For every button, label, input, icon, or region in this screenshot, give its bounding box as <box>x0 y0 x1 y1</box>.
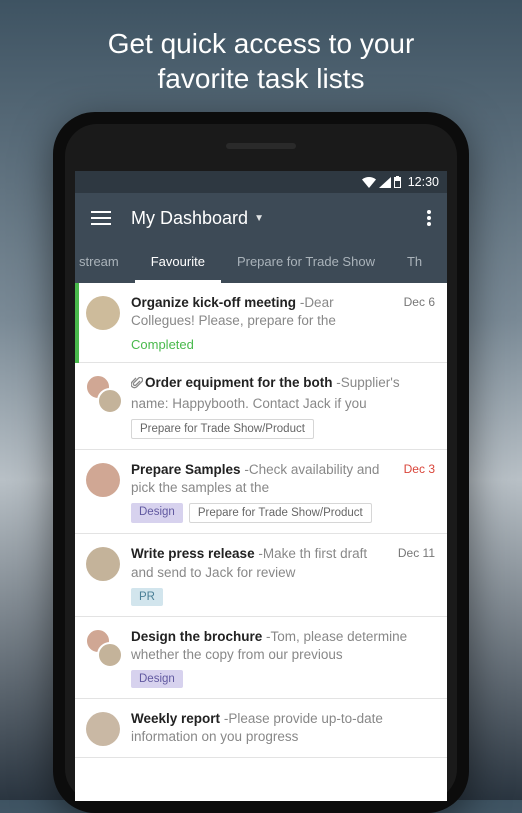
status-stripe <box>75 283 79 363</box>
task-item[interactable]: Weekly report -Please provide up-to-date… <box>75 699 447 757</box>
tag-chip[interactable]: PR <box>131 588 163 606</box>
app-bar: My Dashboard ▼ <box>75 193 447 243</box>
tag-chip[interactable]: Prepare for Trade Show/Product <box>189 503 372 523</box>
avatar <box>83 461 123 523</box>
task-item[interactable]: Order equipment for the both -Supplier's… <box>75 363 447 449</box>
phone-frame: 12:30 My Dashboard ▼ streamFavouritePrep… <box>53 112 469 813</box>
task-date: Dec 3 <box>404 461 435 476</box>
clock-time: 12:30 <box>408 175 439 189</box>
android-status-bar: 12:30 <box>75 171 447 193</box>
cell-signal-icon <box>379 177 391 188</box>
task-item[interactable]: Write press release -Make th first draft… <box>75 534 447 616</box>
tab-bar: streamFavouritePrepare for Trade ShowTh <box>75 243 447 283</box>
overflow-menu-icon[interactable] <box>421 204 437 232</box>
task-text: Prepare Samples -Check availability and … <box>131 461 396 497</box>
task-text: Write press release -Make th first draft… <box>131 545 390 581</box>
tag-chip[interactable]: Design <box>131 670 183 688</box>
tag-chip[interactable]: Prepare for Trade Show/Product <box>131 419 314 439</box>
attachment-icon <box>131 376 143 394</box>
promo-heading: Get quick access to yourfavorite task li… <box>0 0 522 112</box>
task-text: Organize kick-off meeting -Dear Collegue… <box>131 294 396 330</box>
menu-icon[interactable] <box>85 205 117 231</box>
wifi-icon <box>362 177 376 188</box>
avatar <box>83 545 123 605</box>
avatar <box>83 628 123 668</box>
avatar <box>83 710 123 746</box>
task-item[interactable]: Design the brochure -Tom, please determi… <box>75 617 447 699</box>
task-text: Order equipment for the both -Supplier's… <box>131 374 435 412</box>
dashboard-dropdown[interactable]: My Dashboard ▼ <box>131 208 421 229</box>
avatar <box>83 294 123 352</box>
tab-stream[interactable]: stream <box>75 243 135 283</box>
tab-prepare-for-trade-show[interactable]: Prepare for Trade Show <box>221 243 391 283</box>
task-item[interactable]: Prepare Samples -Check availability and … <box>75 450 447 534</box>
task-text: Weekly report -Please provide up-to-date… <box>131 710 435 746</box>
tab-th[interactable]: Th <box>391 243 422 283</box>
avatar <box>83 374 123 414</box>
page-title: My Dashboard <box>131 208 248 229</box>
tab-favourite[interactable]: Favourite <box>135 243 221 283</box>
task-date: Dec 6 <box>404 294 435 309</box>
chevron-down-icon: ▼ <box>254 213 264 224</box>
battery-icon <box>394 176 401 188</box>
status-completed: Completed <box>131 337 435 352</box>
task-text: Design the brochure -Tom, please determi… <box>131 628 435 664</box>
tag-chip[interactable]: Design <box>131 503 183 523</box>
task-item[interactable]: Organize kick-off meeting -Dear Collegue… <box>75 283 447 363</box>
task-list[interactable]: Organize kick-off meeting -Dear Collegue… <box>75 283 447 758</box>
screen: 12:30 My Dashboard ▼ streamFavouritePrep… <box>75 171 447 801</box>
task-date: Dec 11 <box>398 545 435 560</box>
